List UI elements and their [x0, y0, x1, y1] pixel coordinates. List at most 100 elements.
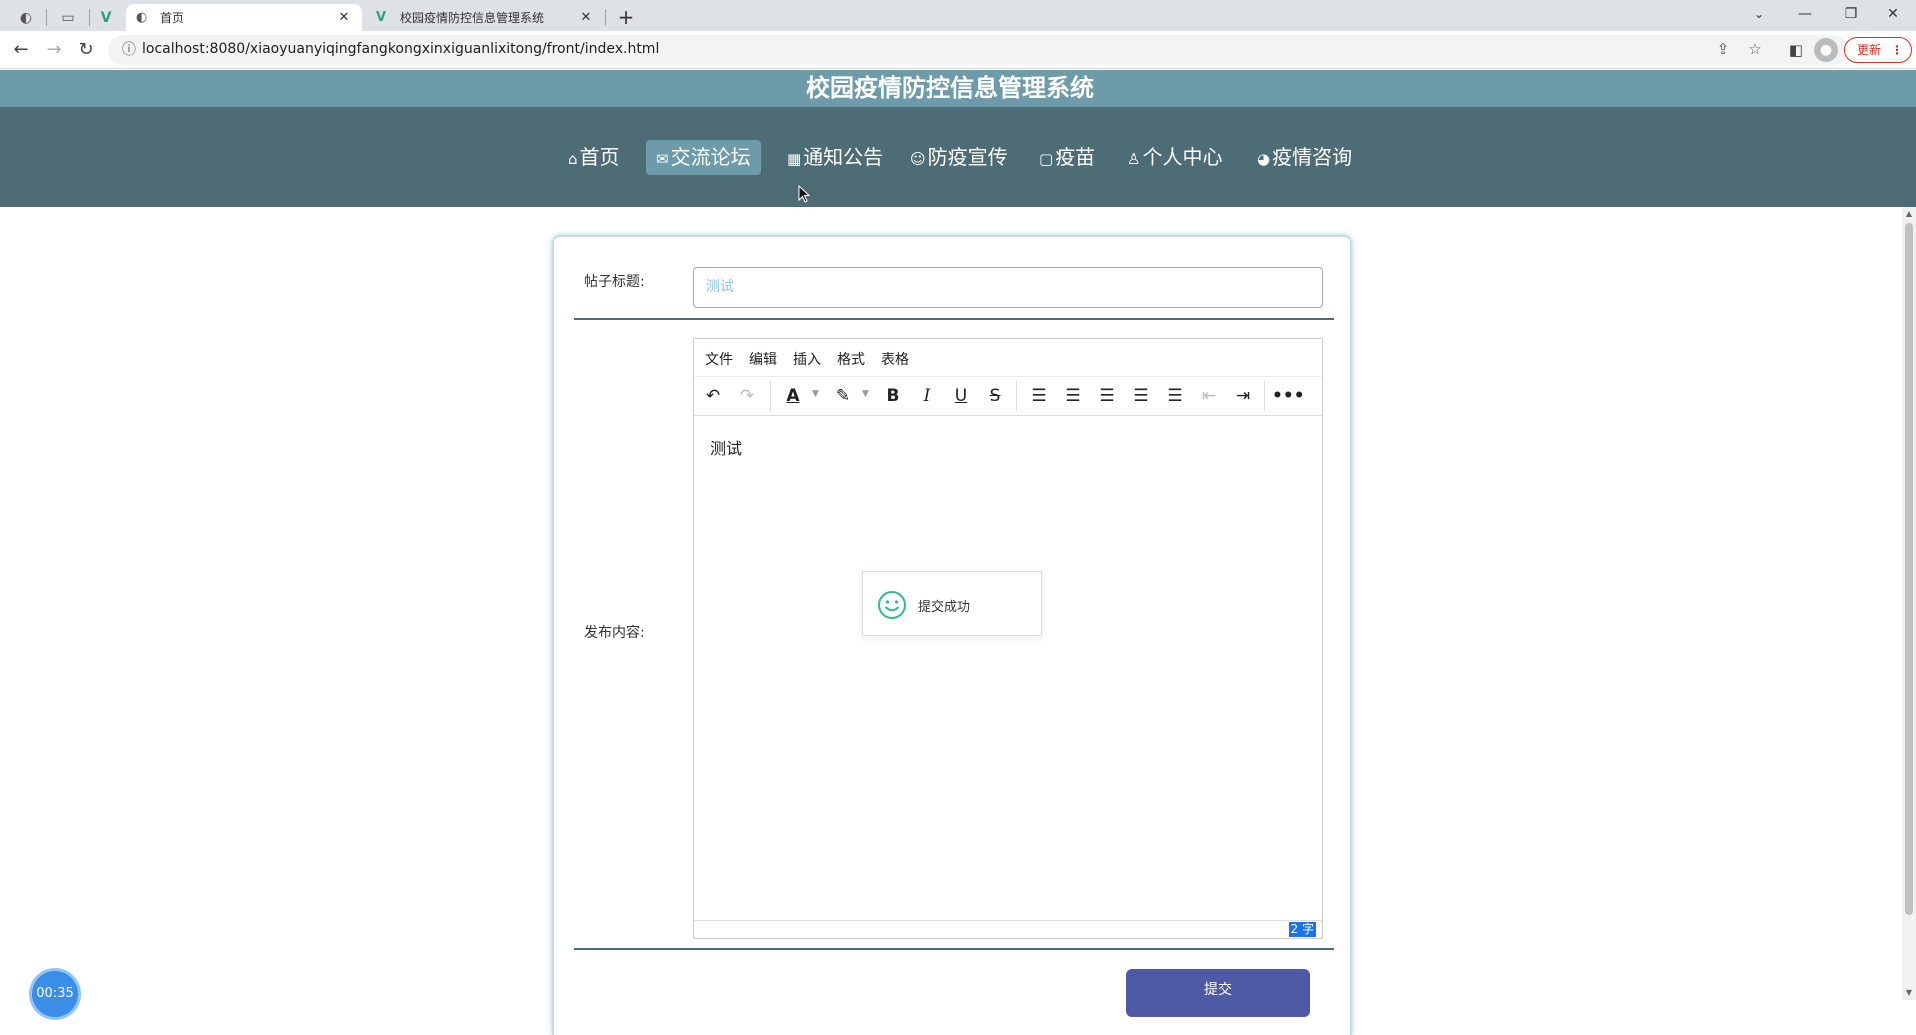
- restore-button[interactable]: ❐: [1828, 0, 1874, 31]
- url-field[interactable]: ⓘ localhost:8080/xiaoyuanyiqingfangkongx…: [108, 35, 1848, 65]
- content-label: 发布内容:: [584, 625, 645, 641]
- form-divider: [574, 948, 1334, 950]
- nav-label: 疫情咨询: [1272, 145, 1353, 169]
- reload-button[interactable]: ↻: [72, 36, 100, 64]
- pinned-tab-vue-icon[interactable]: V: [88, 4, 124, 31]
- editor-content[interactable]: 测试: [710, 435, 742, 459]
- post-title-input[interactable]: 测试: [693, 267, 1323, 308]
- editor-toolbar: ↶ ↷ A ▼ ✎ ▼ B I U S ☰ ☰ ☰ ☰ ☰ ⇤ ⇥ •••: [694, 377, 1322, 416]
- nav-label: 个人中心: [1142, 145, 1223, 169]
- underline-icon[interactable]: U: [946, 382, 976, 410]
- forward-button[interactable]: →: [40, 36, 68, 64]
- site-info-icon[interactable]: ⓘ: [120, 41, 138, 59]
- bold-icon[interactable]: B: [878, 382, 908, 410]
- address-bar: ← → ↻ ⓘ localhost:8080/xiaoyuanyiqingfan…: [0, 31, 1916, 69]
- menu-insert[interactable]: 插入: [793, 349, 821, 369]
- nav-item-vaccine[interactable]: ▢ 疫苗: [1029, 140, 1105, 175]
- align-justify-icon[interactable]: ☰: [1160, 382, 1190, 410]
- new-tab-button[interactable]: +: [612, 4, 640, 31]
- scroll-down-arrow-icon[interactable]: ▼: [1902, 986, 1916, 1000]
- close-window-button[interactable]: ✕: [1870, 0, 1916, 31]
- menu-edit[interactable]: 编辑: [749, 349, 777, 369]
- nav-label: 首页: [579, 145, 620, 169]
- nav-label: 交流论坛: [670, 145, 751, 169]
- tab-separator: [605, 9, 606, 26]
- toolbar-separator: [770, 381, 771, 411]
- title-label: 帖子标题:: [584, 274, 645, 290]
- more-menu-icon: ⋮: [1891, 43, 1903, 57]
- close-tab-icon[interactable]: ✕: [336, 10, 352, 25]
- nav-item-profile[interactable]: ♙ 个人中心: [1117, 140, 1232, 175]
- tab-search-chevron-icon[interactable]: ⌄: [1736, 0, 1782, 31]
- more-icon[interactable]: •••: [1272, 382, 1305, 410]
- pinned-tab-blank-icon[interactable]: ▭: [50, 4, 86, 31]
- shield-icon: ☺: [910, 150, 926, 168]
- url-text: localhost:8080/xiaoyuanyiqingfangkongxin…: [142, 41, 660, 57]
- line-height-icon[interactable]: ☰: [1024, 382, 1054, 410]
- consult-icon: ◕: [1257, 150, 1271, 168]
- toolbar-separator: [1016, 381, 1017, 411]
- strikethrough-icon[interactable]: S: [980, 382, 1010, 410]
- editor-menubar: 文件 编辑 插入 格式 表格: [694, 339, 1322, 377]
- rich-text-editor: 文件 编辑 插入 格式 表格 ↶ ↷ A ▼ ✎ ▼ B I U S ☰ ☰ ☰…: [693, 338, 1323, 939]
- nav-item-forum[interactable]: ✉ 交流论坛: [646, 140, 761, 175]
- nav-item-home[interactable]: ⌂ 首页: [558, 140, 630, 175]
- success-toast: 提交成功: [862, 571, 1042, 636]
- bookmark-star-icon[interactable]: ☆: [1744, 40, 1766, 58]
- nav-item-notices[interactable]: ▦ 通知公告: [777, 140, 893, 175]
- pinned-tab-globe-icon[interactable]: ◐: [8, 4, 44, 31]
- globe-icon: ◐: [136, 10, 148, 25]
- tab-title: 校园疫情防控信息管理系统: [400, 11, 545, 25]
- minimize-button[interactable]: —: [1782, 0, 1828, 31]
- side-panel-icon[interactable]: ◧: [1782, 36, 1810, 64]
- tab-title: 首页: [160, 11, 185, 25]
- site-title: 校园疫情防控信息管理系统: [806, 74, 1094, 102]
- align-left-icon[interactable]: ☰: [1058, 382, 1088, 410]
- scroll-up-arrow-icon[interactable]: ▲: [1902, 207, 1916, 221]
- nav-label: 通知公告: [803, 145, 884, 169]
- close-tab-icon[interactable]: ✕: [578, 10, 594, 25]
- mouse-cursor-icon: [798, 185, 810, 203]
- submit-button[interactable]: 提交: [1126, 969, 1310, 1017]
- page-scrollbar[interactable]: ▲ ▼: [1902, 207, 1916, 1000]
- text-color-icon[interactable]: A: [778, 382, 808, 410]
- highlight-color-icon[interactable]: ✎: [828, 382, 858, 410]
- nav-item-consult[interactable]: ◕ 疫情咨询: [1247, 140, 1362, 175]
- browser-tab-bar: ◐ ▭ V ◐ 首页 ✕ V 校园疫情防控信息管理系统 ✕ + ⌄ — ❐ ✕: [0, 0, 1916, 31]
- nav-label: 防疫宣传: [927, 145, 1008, 169]
- home-icon: ⌂: [568, 150, 578, 168]
- browser-tab-system[interactable]: V 校园疫情防控信息管理系统 ✕: [366, 4, 604, 31]
- toast-message: 提交成功: [918, 600, 971, 615]
- mail-icon: ✉: [656, 150, 669, 168]
- outdent-icon[interactable]: ⇤: [1194, 382, 1224, 410]
- indent-icon[interactable]: ⇥: [1228, 382, 1258, 410]
- nav-item-publicity[interactable]: ☺ 防疫宣传: [900, 140, 1018, 175]
- word-count: 2 字: [1288, 922, 1316, 937]
- update-label: 更新: [1857, 43, 1882, 57]
- vaccine-icon: ▢: [1039, 150, 1054, 168]
- share-icon[interactable]: ⇪: [1712, 40, 1734, 58]
- back-button[interactable]: ←: [7, 36, 35, 64]
- undo-icon[interactable]: ↶: [698, 382, 728, 410]
- toolbar-separator: [1264, 381, 1265, 411]
- chevron-down-icon[interactable]: ▼: [812, 389, 819, 399]
- update-button[interactable]: 更新 ⋮: [1844, 37, 1912, 63]
- align-right-icon[interactable]: ☰: [1126, 382, 1156, 410]
- align-center-icon[interactable]: ☰: [1092, 382, 1122, 410]
- profile-avatar-icon[interactable]: ●: [1814, 38, 1838, 62]
- recording-timer: 00:35: [32, 971, 78, 1017]
- chevron-down-icon[interactable]: ▼: [862, 389, 869, 399]
- menu-format[interactable]: 格式: [837, 349, 865, 369]
- browser-tab-home[interactable]: ◐ 首页 ✕: [126, 4, 362, 31]
- user-icon: ♙: [1127, 150, 1141, 168]
- menu-file[interactable]: 文件: [705, 349, 733, 369]
- nav-label: 疫苗: [1055, 145, 1096, 169]
- redo-icon[interactable]: ↷: [732, 382, 762, 410]
- vue-icon: V: [376, 10, 387, 25]
- italic-icon[interactable]: I: [912, 382, 942, 410]
- menu-table[interactable]: 表格: [881, 349, 909, 369]
- scroll-thumb[interactable]: [1905, 223, 1913, 915]
- main-nav: ⌂ 首页 ✉ 交流论坛 ▦ 通知公告 ☺ 防疫宣传 ▢ 疫苗 ♙ 个人中心 ◕ 疫情咨询: [0, 107, 1916, 207]
- smile-icon: [878, 591, 906, 619]
- site-header: 校园疫情防控信息管理系统: [0, 70, 1916, 107]
